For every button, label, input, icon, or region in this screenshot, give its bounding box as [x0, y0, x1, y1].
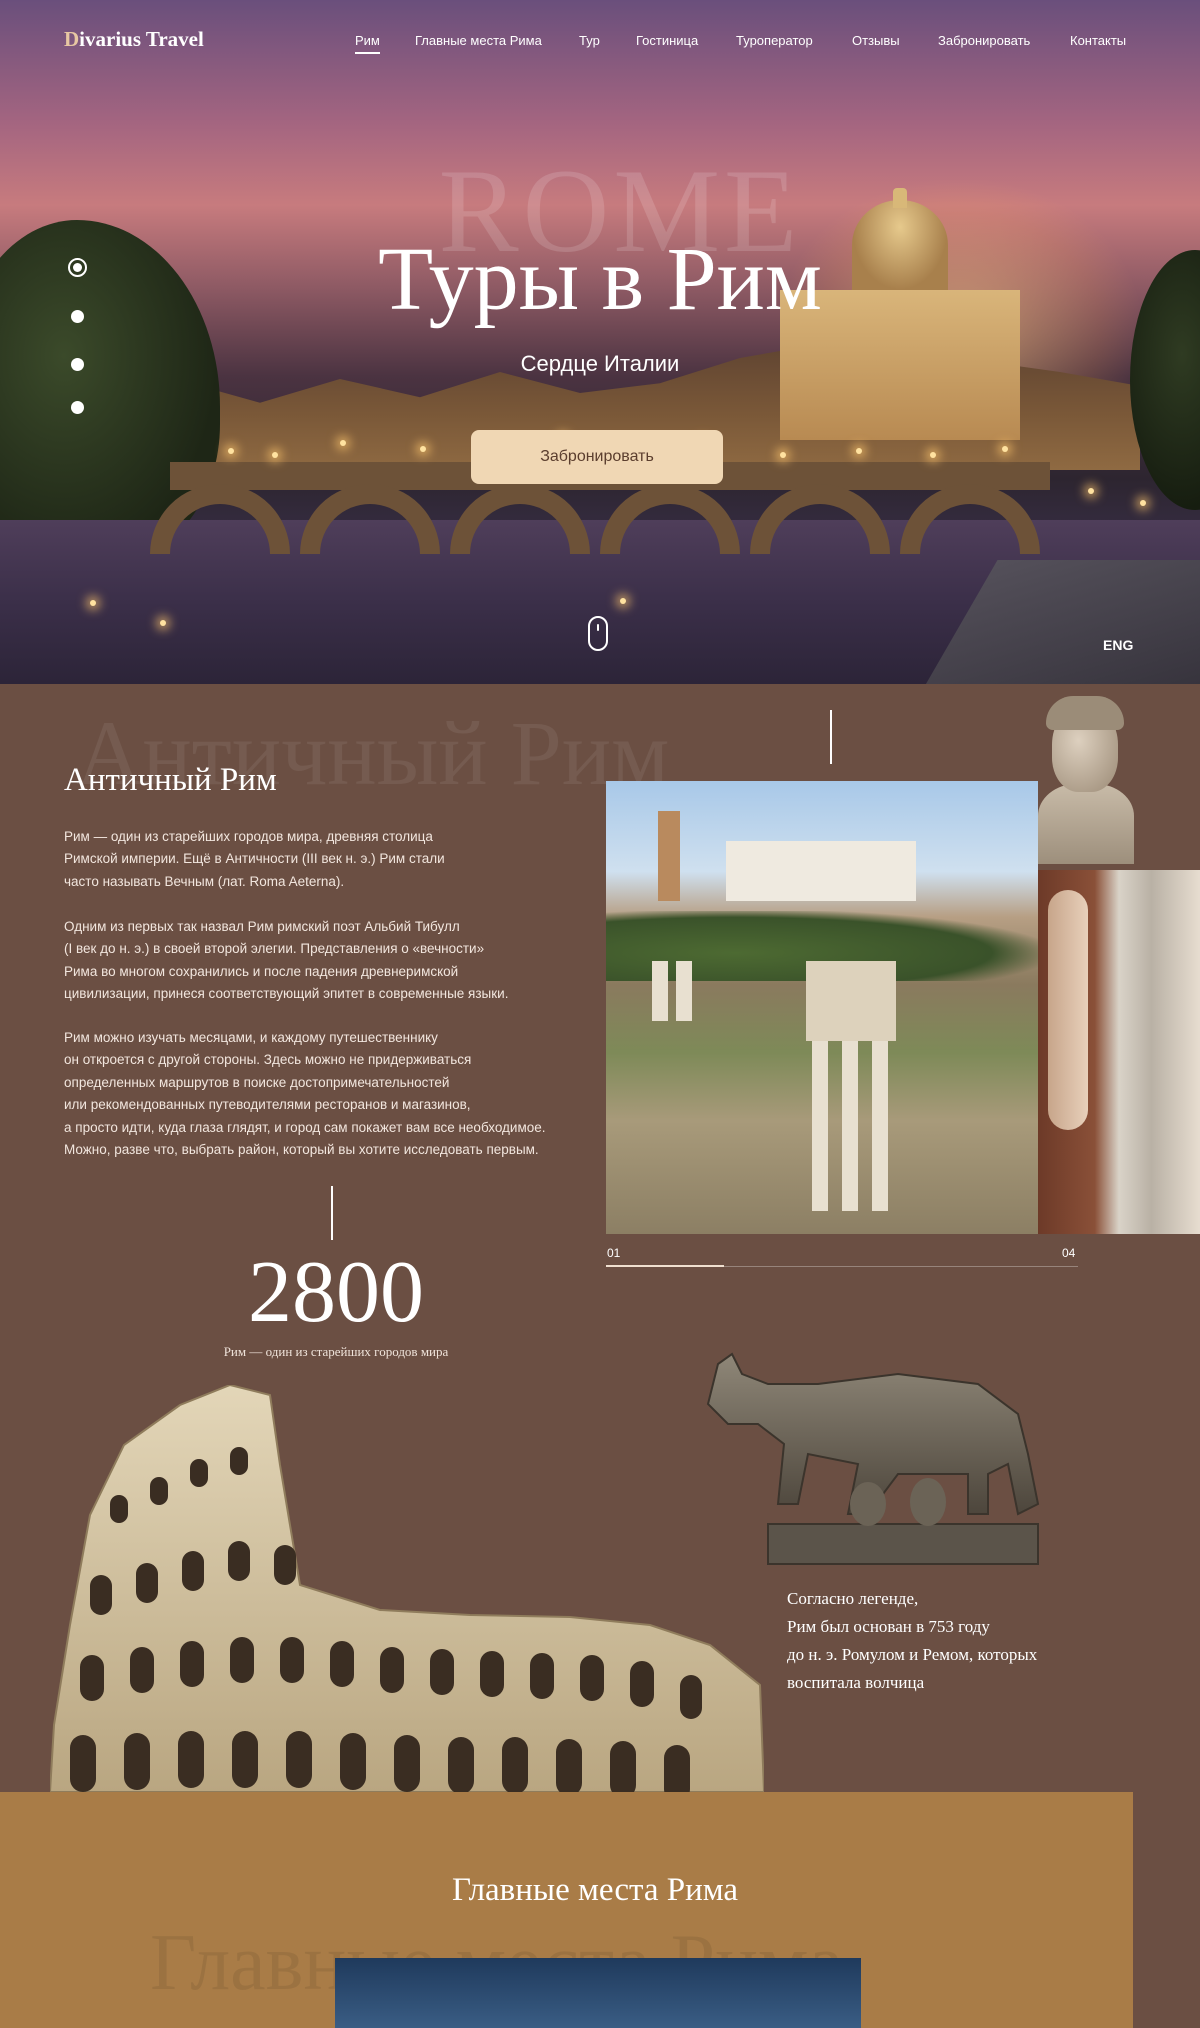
nav-item-main-places[interactable]: Главные места Рима [415, 33, 542, 48]
places-title: Главные места Рима [451, 1872, 739, 1908]
legend-line: Согласно легенде, [787, 1589, 919, 1608]
paragraph-line: Рим — один из старейших городов мира, др… [64, 829, 433, 844]
legend-text: Согласно легенде, Рим был основан в 753 … [787, 1585, 1117, 1697]
ancient-title: Античный Рим [64, 762, 277, 798]
legend-line: Рим был основан в 753 году [787, 1617, 990, 1636]
colosseum-image [50, 1385, 764, 1792]
slide-dot-4[interactable] [71, 401, 84, 414]
caesar-bust-image [1038, 696, 1134, 870]
hero-subtitle: Сердце Италии [520, 351, 680, 376]
hero-title: Туры в Рим [378, 230, 822, 329]
paragraph-line: Рим можно изучать месяцами, и каждому пу… [64, 1030, 438, 1045]
language-switch[interactable]: ENG [1103, 637, 1133, 653]
nav-item-contacts[interactable]: Контакты [1070, 33, 1126, 48]
divider-line [830, 710, 832, 764]
paragraph-line: Одним из первых так назвал Рим римский п… [64, 919, 460, 934]
book-button[interactable]: Забронировать [471, 430, 723, 484]
nav-item-tour-operator[interactable]: Туроператор [736, 33, 813, 48]
legend-line: до н. э. Ромулом и Ремом, которых [787, 1645, 1038, 1664]
legend-line: воспитала волчица [787, 1673, 925, 1692]
slider-progress [606, 1265, 724, 1267]
hero-section: Divarius Travel Рим Главные места Рима Т… [0, 0, 1200, 684]
paragraph-line: Римской империи. Ещё в Античности (III в… [64, 851, 445, 867]
slide-total: 04 [1062, 1246, 1076, 1260]
capitoline-wolf-image [698, 1344, 1054, 1566]
places-photo[interactable] [335, 1958, 861, 2028]
slider-photo-forum[interactable] [606, 781, 1038, 1234]
nav-item-rome[interactable]: Рим [355, 33, 380, 54]
stat-caption: Рим — один из старейших городов мира [223, 1344, 449, 1359]
ancient-paragraph-3: Рим можно изучать месяцами, и каждому пу… [64, 1027, 584, 1161]
slide-dot-2[interactable] [71, 310, 84, 323]
nav-item-hotel[interactable]: Гостиница [636, 33, 698, 48]
paragraph-line: Рима во многом сохранились и после паден… [64, 963, 459, 979]
paragraph-line: или рекомендованных путеводителями ресто… [64, 1097, 471, 1113]
scroll-mouse-icon[interactable] [588, 616, 608, 651]
paragraph-line: а просто идти, куда глаза глядят, и горо… [64, 1119, 546, 1135]
slider-photo-next[interactable] [1038, 870, 1200, 1234]
main-nav: Рим Главные места Рима Тур Гостиница Тур… [0, 33, 1200, 54]
slide-dot-1[interactable] [68, 258, 87, 277]
divider-line [331, 1186, 333, 1240]
nav-item-book[interactable]: Забронировать [938, 33, 1030, 48]
paragraph-line: (I век до н. э.) в своей второй элегии. … [64, 941, 485, 957]
slide-dot-3[interactable] [71, 358, 84, 371]
ancient-paragraph-1: Рим — один из старейших городов мира, др… [64, 826, 584, 893]
hero-city-lights [0, 0, 1200, 684]
nav-item-reviews[interactable]: Отзывы [852, 33, 900, 48]
ancient-paragraph-2: Одним из первых так назвал Рим римский п… [64, 916, 584, 1006]
paragraph-line: цивилизации, принеся соответствующий эпи… [64, 986, 509, 1002]
paragraph-line: он откроется с другой стороны. Здесь мож… [64, 1052, 472, 1068]
slide-dots [68, 258, 88, 428]
nav-item-tour[interactable]: Тур [579, 33, 600, 48]
slide-current: 01 [607, 1246, 621, 1260]
paragraph-line: часто называть Вечным (лат. Roma Aeterna… [64, 873, 345, 889]
paragraph-line: Можно, разве что, выбрать район, который… [64, 1142, 539, 1158]
stat-number: 2800 [248, 1244, 424, 1341]
paragraph-line: определенных маршрутов в поиске достопри… [64, 1074, 450, 1090]
